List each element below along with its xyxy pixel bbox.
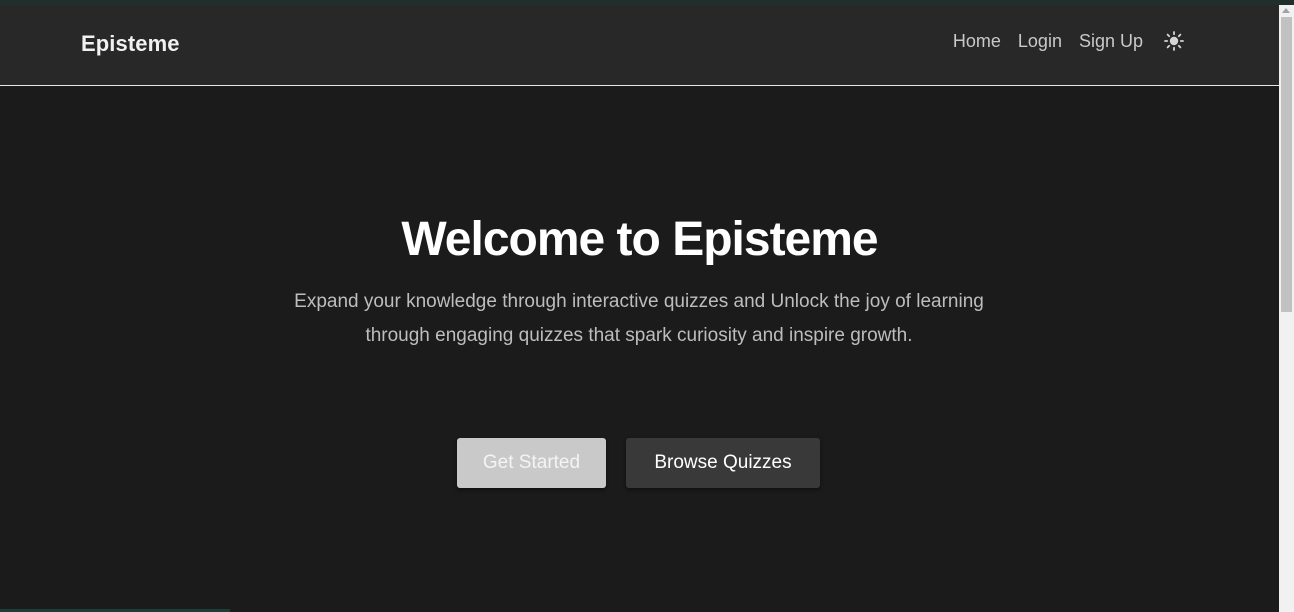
nav-link-home[interactable]: Home [953,31,1001,52]
nav-links: Home Login Sign Up [953,30,1185,52]
nav-link-login[interactable]: Login [1018,31,1062,52]
page-scrollbar[interactable] [1279,5,1294,612]
scroll-up-arrow-icon[interactable] [1282,8,1290,13]
browse-quizzes-button[interactable]: Browse Quizzes [626,438,820,488]
page-viewport: Episteme Home Login Sign Up Welcome to E… [0,5,1279,612]
scrollbar-thumb[interactable] [1281,17,1292,312]
brand-logo[interactable]: Episteme [81,31,180,57]
hero-title: Welcome to Episteme [401,213,878,266]
theme-toggle-button[interactable] [1163,30,1185,52]
navbar: Episteme Home Login Sign Up [0,5,1279,86]
get-started-button[interactable]: Get Started [457,438,606,488]
nav-link-signup[interactable]: Sign Up [1079,31,1143,52]
hero-subtitle: Expand your knowledge through interactiv… [294,291,984,346]
sun-icon [1164,31,1184,51]
